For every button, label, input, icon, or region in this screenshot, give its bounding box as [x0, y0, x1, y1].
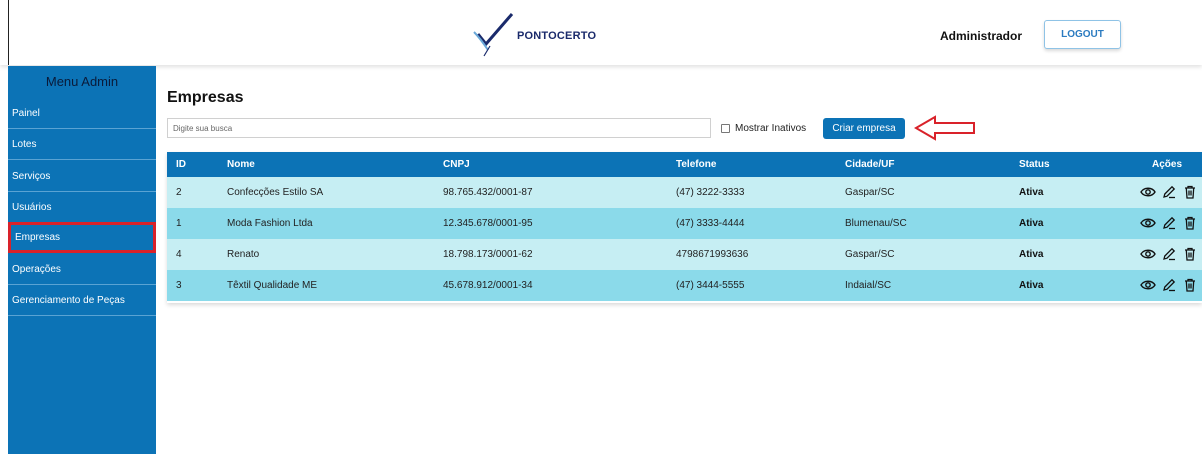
top-bar: PONTOCERTO Administrador LOGOUT: [0, 0, 1202, 65]
col-telefone: Telefone: [676, 159, 717, 170]
red-arrow-icon: [914, 115, 975, 141]
search-input[interactable]: [167, 118, 711, 138]
cell-status: Ativa: [1019, 249, 1044, 260]
col-acoes: Ações: [1152, 159, 1183, 170]
sidebar: Menu Admin Painel Lotes Serviços Usuário…: [8, 66, 156, 454]
show-inactive-toggle[interactable]: Mostrar Inativos: [721, 123, 806, 134]
cell-nome: Confecções Estilo SA: [227, 187, 324, 198]
cell-id: 1: [176, 218, 182, 229]
row-actions: [1139, 276, 1199, 294]
cell-telefone: (47) 3222-3333: [676, 187, 745, 198]
row-actions: [1139, 214, 1199, 232]
sidebar-item-servicos[interactable]: Serviços: [8, 161, 156, 192]
cell-status: Ativa: [1019, 218, 1044, 229]
create-company-button[interactable]: Criar empresa: [823, 118, 905, 139]
table-row[interactable]: 3 Têxtil Qualidade ME 45.678.912/0001-34…: [167, 270, 1202, 301]
brand-name: PONTOCERTO: [517, 30, 597, 42]
col-cnpj: CNPJ: [443, 159, 470, 170]
show-inactive-checkbox[interactable]: [721, 124, 730, 133]
sidebar-item-painel[interactable]: Painel: [8, 98, 156, 129]
col-cidade: Cidade/UF: [845, 159, 895, 170]
cell-nome: Moda Fashion Ltda: [227, 218, 313, 229]
trash-icon[interactable]: [1181, 276, 1199, 294]
cell-telefone: 4798671993636: [676, 249, 749, 260]
cell-cidade: Gaspar/SC: [845, 249, 895, 260]
cell-telefone: (47) 3333-4444: [676, 218, 745, 229]
page-title: Empresas: [167, 89, 244, 106]
cell-cidade: Gaspar/SC: [845, 187, 895, 198]
table-row[interactable]: 2 Confecções Estilo SA 98.765.432/0001-8…: [167, 177, 1202, 208]
col-nome: Nome: [227, 159, 255, 170]
trash-icon[interactable]: [1181, 183, 1199, 201]
trash-icon[interactable]: [1181, 245, 1199, 263]
sidebar-item-gerenciamento-pecas[interactable]: Gerenciamento de Peças: [8, 285, 156, 316]
sidebar-item-lotes[interactable]: Lotes: [8, 129, 156, 160]
brand-logo[interactable]: PONTOCERTO: [470, 10, 610, 58]
cell-status: Ativa: [1019, 187, 1044, 198]
cell-cnpj: 98.765.432/0001-87: [443, 187, 533, 198]
logo-check-icon: [473, 13, 514, 57]
eye-icon[interactable]: [1139, 245, 1157, 263]
companies-table: ID Nome CNPJ Telefone Cidade/UF Status A…: [167, 152, 1202, 303]
cell-telefone: (47) 3444-5555: [676, 280, 745, 291]
page-left-border: [8, 0, 9, 65]
sidebar-item-empresas[interactable]: Empresas: [8, 222, 156, 253]
cell-nome: Renato: [227, 249, 260, 260]
table-row[interactable]: 1 Moda Fashion Ltda 12.345.678/0001-95 (…: [167, 208, 1202, 239]
cell-nome: Têxtil Qualidade ME: [227, 280, 318, 291]
col-status: Status: [1019, 159, 1050, 170]
row-actions: [1139, 245, 1199, 263]
user-name: Administrador: [940, 29, 1023, 43]
cell-id: 4: [176, 249, 182, 260]
cell-cnpj: 12.345.678/0001-95: [443, 218, 533, 229]
cell-cnpj: 18.798.173/0001-62: [443, 249, 533, 260]
show-inactive-label: Mostrar Inativos: [735, 123, 807, 134]
pencil-icon[interactable]: [1160, 245, 1178, 263]
eye-icon[interactable]: [1139, 276, 1157, 294]
table-header: ID Nome CNPJ Telefone Cidade/UF Status A…: [167, 152, 1202, 177]
trash-icon[interactable]: [1181, 214, 1199, 232]
sidebar-item-usuarios[interactable]: Usuários: [8, 192, 156, 223]
pencil-icon[interactable]: [1160, 183, 1178, 201]
col-id: ID: [176, 159, 186, 170]
pencil-icon[interactable]: [1160, 276, 1178, 294]
eye-icon[interactable]: [1139, 183, 1157, 201]
eye-icon[interactable]: [1139, 214, 1157, 232]
sidebar-title: Menu Admin: [45, 74, 119, 89]
logout-button[interactable]: LOGOUT: [1044, 20, 1121, 49]
cell-cidade: Blumenau/SC: [845, 218, 907, 229]
cell-cnpj: 45.678.912/0001-34: [443, 280, 533, 291]
cell-id: 3: [176, 280, 182, 291]
sidebar-item-operacoes[interactable]: Operações: [8, 254, 156, 285]
row-actions: [1139, 183, 1199, 201]
pencil-icon[interactable]: [1160, 214, 1178, 232]
cell-status: Ativa: [1019, 280, 1044, 291]
table-row[interactable]: 4 Renato 18.798.173/0001-62 479867199363…: [167, 239, 1202, 270]
cell-cidade: Indaial/SC: [845, 280, 892, 291]
cell-id: 2: [176, 187, 182, 198]
